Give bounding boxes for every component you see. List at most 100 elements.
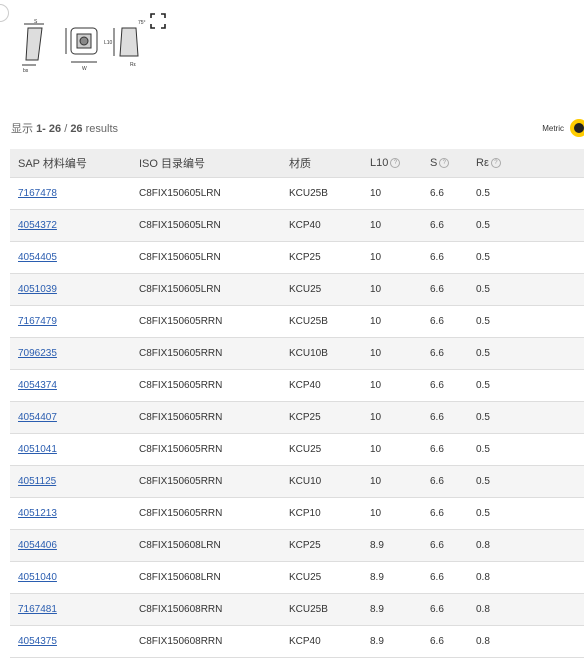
- sap-number-link[interactable]: 4054372: [18, 220, 57, 231]
- cell-l10: 10: [362, 305, 422, 338]
- cell-iso: C8FIX150605RRN: [131, 433, 281, 466]
- summary-separator: /: [61, 123, 71, 135]
- unit-toggle-switch[interactable]: [570, 119, 584, 137]
- cell-re: 0.8: [468, 561, 584, 594]
- info-icon[interactable]: ?: [390, 158, 401, 169]
- cell-iso: C8FIX150605RRN: [131, 465, 281, 498]
- diagram-label-w: W: [82, 66, 87, 72]
- cell-s: 6.6: [422, 337, 468, 370]
- column-header-s[interactable]: S?: [422, 149, 468, 178]
- cell-s: 6.6: [422, 401, 468, 434]
- cell-l10: 10: [362, 433, 422, 466]
- column-header-re[interactable]: Rε?: [468, 149, 584, 178]
- cell-iso: C8FIX150605LRN: [131, 177, 281, 210]
- cell-s: 6.6: [422, 625, 468, 658]
- column-header-l10[interactable]: L10?: [362, 149, 422, 178]
- sap-number-link[interactable]: 4054374: [18, 380, 57, 391]
- cell-iso: C8FIX150605LRN: [131, 273, 281, 306]
- diagram-label-angle-left: bs: [23, 68, 29, 74]
- cell-grade: KCP10: [281, 497, 362, 530]
- cell-s: 6.6: [422, 497, 468, 530]
- cell-l10: 10: [362, 369, 422, 402]
- sap-number-link[interactable]: 4051213: [18, 508, 57, 519]
- table-row: 4054372 C8FIX150605LRN KCP40 10 6.6 0.5: [10, 209, 584, 242]
- cell-sap: 4051041: [10, 433, 131, 466]
- sap-number-link[interactable]: 4054405: [18, 252, 57, 263]
- cell-l10: 10: [362, 465, 422, 498]
- cell-l10: 8.9: [362, 529, 422, 562]
- cell-grade: KCU25: [281, 561, 362, 594]
- cell-sap: 4054374: [10, 369, 131, 402]
- summary-suffix: results: [82, 123, 119, 135]
- results-summary: 显示 1- 26 / 26 results: [11, 120, 118, 136]
- table-row: 4051125 C8FIX150605RRN KCU10 10 6.6 0.5: [10, 465, 584, 498]
- cell-iso: C8FIX150608LRN: [131, 561, 281, 594]
- page-edge-handle: [0, 4, 9, 22]
- table-row: 4054405 C8FIX150605LRN KCP25 10 6.6 0.5: [10, 241, 584, 274]
- cell-l10: 10: [362, 209, 422, 242]
- table-row: 7167478 C8FIX150605LRN KCU25B 10 6.6 0.5: [10, 177, 584, 210]
- cell-grade: KCP40: [281, 625, 362, 658]
- sap-number-link[interactable]: 7096235: [18, 348, 57, 359]
- column-header-iso[interactable]: ISO 目录编号: [131, 149, 281, 178]
- summary-range: 1- 26: [36, 123, 62, 135]
- cell-sap: 4054375: [10, 625, 131, 658]
- table-row: 4051213 C8FIX150605RRN KCP10 10 6.6 0.5: [10, 497, 584, 530]
- sap-number-link[interactable]: 7167478: [18, 188, 57, 199]
- cell-re: 0.5: [468, 369, 584, 402]
- fullscreen-icon[interactable]: [150, 13, 166, 29]
- table-row: 4051041 C8FIX150605RRN KCU25 10 6.6 0.5: [10, 433, 584, 466]
- table-row: 4051039 C8FIX150605LRN KCU25 10 6.6 0.5: [10, 273, 584, 306]
- results-table: SAP 材料编号 ISO 目录编号 材质 L10? S? Rε? 7167478…: [10, 149, 584, 658]
- sap-number-link[interactable]: 4054375: [18, 636, 57, 647]
- column-header-sap[interactable]: SAP 材料编号: [10, 149, 131, 178]
- cell-iso: C8FIX150608RRN: [131, 625, 281, 658]
- column-header-grade[interactable]: 材质: [281, 149, 362, 178]
- table-row: 4051040 C8FIX150608LRN KCU25 8.9 6.6 0.8: [10, 561, 584, 594]
- diagram-label-l10: L10: [104, 40, 113, 46]
- unit-toggle[interactable]: Metric: [542, 119, 584, 137]
- cell-sap: 7167478: [10, 177, 131, 210]
- cell-re: 0.8: [468, 593, 584, 626]
- cell-iso: C8FIX150605RRN: [131, 305, 281, 338]
- sap-number-link[interactable]: 7167479: [18, 316, 57, 327]
- cell-sap: 4051125: [10, 465, 131, 498]
- table-header-row: SAP 材料编号 ISO 目录编号 材质 L10? S? Rε?: [10, 149, 584, 178]
- cell-sap: 7096235: [10, 337, 131, 370]
- cell-grade: KCP40: [281, 209, 362, 242]
- cell-s: 6.6: [422, 273, 468, 306]
- cell-iso: C8FIX150605RRN: [131, 337, 281, 370]
- sap-number-link[interactable]: 4054407: [18, 412, 57, 423]
- cell-iso: C8FIX150608LRN: [131, 529, 281, 562]
- table-row: 7167481 C8FIX150608RRN KCU25B 8.9 6.6 0.8: [10, 593, 584, 626]
- cell-s: 6.6: [422, 241, 468, 274]
- cell-iso: C8FIX150605RRN: [131, 369, 281, 402]
- sap-number-link[interactable]: 4051041: [18, 444, 57, 455]
- side-view: S bs: [22, 19, 44, 74]
- sap-number-link[interactable]: 4051040: [18, 572, 57, 583]
- cell-s: 6.6: [422, 465, 468, 498]
- cell-l10: 10: [362, 177, 422, 210]
- diagram-label-re: Rε: [130, 62, 137, 68]
- summary-total: 26: [70, 123, 83, 135]
- cell-grade: KCU10: [281, 465, 362, 498]
- sap-number-link[interactable]: 7167481: [18, 604, 57, 615]
- cell-re: 0.5: [468, 337, 584, 370]
- table-row: 4054406 C8FIX150608LRN KCP25 8.9 6.6 0.8: [10, 529, 584, 562]
- cell-grade: KCU25: [281, 273, 362, 306]
- sap-number-link[interactable]: 4054406: [18, 540, 57, 551]
- cell-grade: KCU25B: [281, 177, 362, 210]
- cell-l10: 8.9: [362, 561, 422, 594]
- cell-l10: 10: [362, 273, 422, 306]
- info-icon[interactable]: ?: [439, 158, 450, 169]
- info-icon[interactable]: ?: [490, 158, 501, 169]
- sap-number-link[interactable]: 4051125: [18, 476, 56, 487]
- sap-number-link[interactable]: 4051039: [18, 284, 57, 295]
- cell-l10: 10: [362, 241, 422, 274]
- cell-re: 0.5: [468, 273, 584, 306]
- cell-grade: KCU25: [281, 433, 362, 466]
- cell-sap: 4051039: [10, 273, 131, 306]
- cell-s: 6.6: [422, 529, 468, 562]
- cell-re: 0.5: [468, 209, 584, 242]
- cell-iso: C8FIX150605LRN: [131, 209, 281, 242]
